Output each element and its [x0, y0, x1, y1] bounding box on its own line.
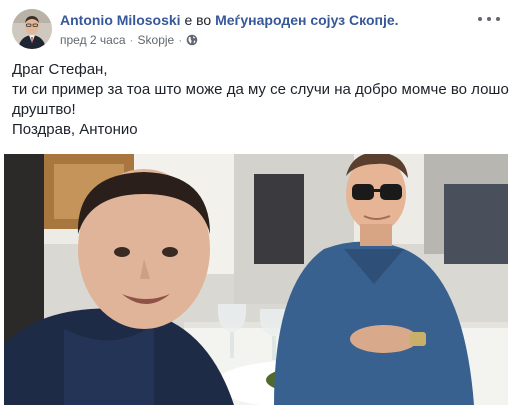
avatar-image	[12, 9, 52, 49]
author-avatar[interactable]	[12, 9, 52, 49]
location-connector: е во	[184, 12, 212, 28]
post-text-line: друштво!	[12, 101, 76, 118]
more-options-icon[interactable]	[478, 11, 500, 27]
post-timestamp[interactable]: пред 2 часа	[60, 33, 126, 47]
post-text-line: ти си пример за тоа што може да му се сл…	[12, 81, 509, 98]
meta-separator: ·	[178, 33, 183, 47]
meta-separator: ·	[129, 33, 134, 47]
post-location[interactable]: Skopje	[138, 33, 175, 47]
post-message: Драг Стефан, ти си пример за тоа што мож…	[12, 60, 509, 140]
author-name-link[interactable]: Antonio Milososki	[60, 12, 181, 28]
post-photo[interactable]	[4, 154, 508, 405]
post-text-line: Поздрав, Антонио	[12, 121, 138, 138]
photo-image	[4, 154, 508, 405]
tagged-page-link[interactable]: Меѓународен сојуз Скопје.	[215, 12, 398, 28]
post-meta: пред 2 часа · Skopje ·	[60, 33, 198, 47]
globe-icon[interactable]	[186, 34, 198, 46]
post-text-line: Драг Стефан,	[12, 61, 108, 78]
author-line: Antonio Milososki е во Меѓународен сојуз…	[60, 12, 399, 28]
post-header: Antonio Milososki е во Меѓународен сојуз…	[12, 9, 500, 51]
